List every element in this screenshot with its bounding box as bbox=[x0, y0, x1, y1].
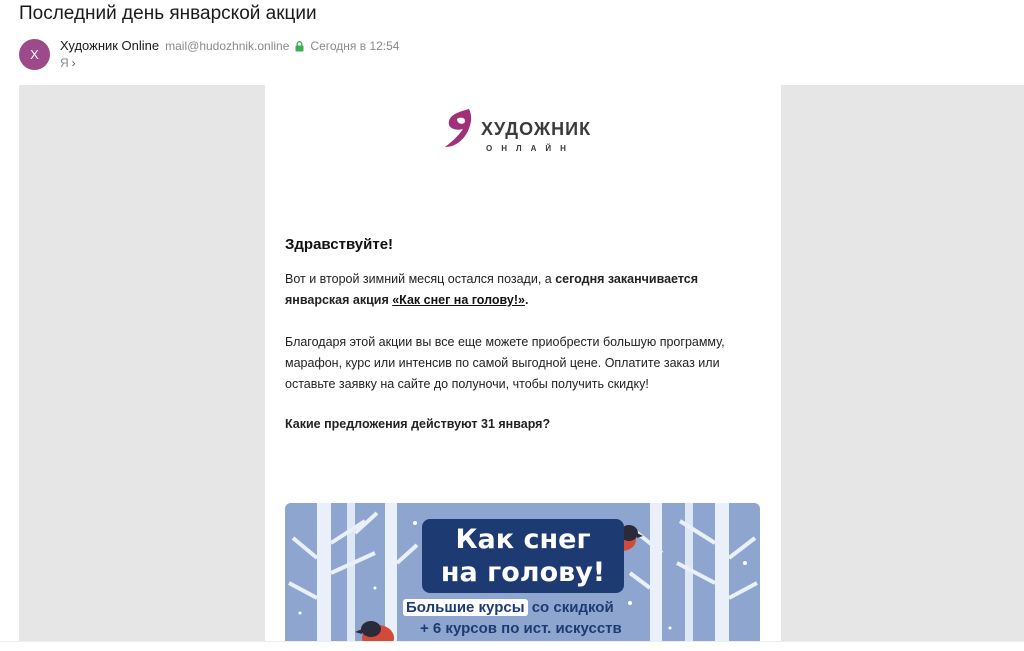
lock-icon bbox=[295, 40, 304, 52]
sent-time: Сегодня в 12:54 bbox=[310, 38, 400, 53]
email-body: ХУДОЖНИК ОНЛАЙН Здравствуйте! Вот и втор… bbox=[265, 85, 781, 641]
sender-email[interactable]: mail@hudozhnik.online bbox=[165, 39, 289, 53]
chevron-right-icon: › bbox=[71, 56, 76, 70]
recipient-toggle[interactable]: Я › bbox=[60, 56, 76, 70]
logo-subtitle: ОНЛАЙН bbox=[486, 144, 575, 153]
banner-title-line1: Как снег bbox=[455, 524, 591, 555]
logo-word: ХУДОЖНИК bbox=[481, 119, 592, 139]
paragraph-question: Какие предложения действуют 31 января? bbox=[285, 417, 551, 431]
banner-promo-rest: со скидкой bbox=[531, 599, 614, 616]
banner-title-line2: на голову! bbox=[440, 557, 606, 588]
recipient-name: Я bbox=[60, 56, 69, 70]
brand-logo[interactable]: ХУДОЖНИК ОНЛАЙН bbox=[439, 105, 609, 157]
logo-mark-icon bbox=[445, 109, 472, 147]
banner-title: Как снег на голову! bbox=[422, 519, 624, 593]
paragraph-details: Благодаря этой акции вы все еще можете п… bbox=[285, 335, 725, 391]
promo-banner[interactable]: Как снег на голову! Большие курсы со ски… bbox=[285, 503, 760, 641]
paragraph-intro: Вот и второй зимний месяц остался позади… bbox=[285, 269, 760, 311]
sender-avatar[interactable]: Х bbox=[19, 39, 50, 70]
banner-promo-line2: + 6 курсов по ист. искусств bbox=[420, 620, 622, 637]
banner-promo-highlight: Большие курсы bbox=[403, 599, 528, 616]
promo-link[interactable]: «Как снег на голову!» bbox=[392, 293, 525, 307]
email-subject: Последний день январской акции bbox=[19, 3, 317, 24]
sender-name[interactable]: Художник Online bbox=[60, 38, 159, 53]
banner-promo-line1: Большие курсы со скидкой bbox=[403, 599, 614, 616]
intro-text: Вот и второй зимний месяц остался позади… bbox=[285, 272, 556, 286]
greeting: Здравствуйте! bbox=[285, 236, 394, 253]
intro-end: . bbox=[524, 293, 529, 307]
sender-line: Художник Online mail@hudozhnik.online Се… bbox=[60, 38, 399, 53]
